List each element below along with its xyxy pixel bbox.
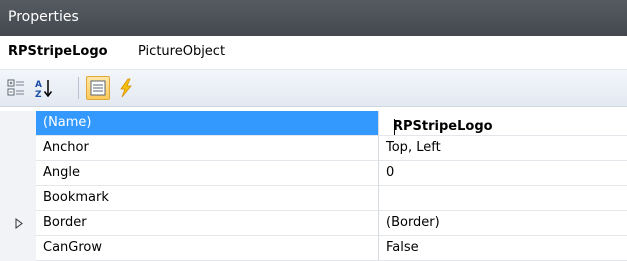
property-value-cell[interactable]: 0	[378, 161, 627, 186]
property-value-cell[interactable]: Top, Left	[378, 136, 627, 161]
property-value: (Border)	[386, 215, 440, 230]
events-lightning-icon	[120, 78, 132, 98]
property-value-cell[interactable]: (Border)	[378, 211, 627, 236]
property-value-cell[interactable]	[378, 186, 627, 211]
property-name: Border	[43, 215, 87, 230]
svg-text:A: A	[35, 80, 42, 90]
property-name: CanGrow	[43, 240, 103, 255]
alphabetical-button[interactable]: A Z	[32, 76, 56, 100]
row-gutter	[0, 236, 36, 261]
property-name: Anchor	[43, 140, 89, 155]
properties-toolbar: A Z	[0, 70, 627, 107]
row-gutter	[0, 211, 36, 236]
property-value: False	[386, 240, 419, 255]
property-value: RPStripeLogo	[393, 119, 493, 134]
property-pages-icon	[90, 80, 106, 96]
property-name: Bookmark	[43, 190, 109, 205]
categorized-button[interactable]	[4, 76, 28, 100]
property-value: Top, Left	[386, 140, 441, 155]
property-row-cangrow[interactable]: CanGrow False	[0, 236, 627, 261]
panel-title: Properties	[8, 9, 79, 25]
text-caret	[394, 119, 395, 135]
svg-text:Z: Z	[35, 90, 42, 100]
property-row-border[interactable]: Border (Border)	[0, 211, 627, 236]
property-name-cell[interactable]: Bookmark	[36, 186, 378, 211]
categorized-icon	[7, 79, 24, 96]
properties-panel: Properties RPStripeLogo PictureObject A …	[0, 0, 627, 261]
panel-title-bar: Properties	[0, 0, 627, 36]
property-name-cell[interactable]: Angle	[36, 161, 378, 186]
property-value-cell[interactable]: RPStripeLogo	[378, 111, 627, 136]
events-button[interactable]	[114, 76, 138, 100]
property-name-cell[interactable]: Anchor	[36, 136, 378, 161]
property-row-name[interactable]: (Name) RPStripeLogo	[0, 111, 627, 136]
expand-triangle-icon[interactable]	[15, 218, 23, 229]
toolbar-separator	[78, 77, 79, 99]
row-gutter	[0, 136, 36, 161]
property-pages-button[interactable]	[86, 76, 110, 100]
property-name-cell[interactable]: Border	[36, 211, 378, 236]
row-gutter	[0, 161, 36, 186]
property-row-angle[interactable]: Angle 0	[0, 161, 627, 186]
row-gutter	[0, 186, 36, 211]
property-name-cell[interactable]: CanGrow	[36, 236, 378, 261]
property-value: 0	[386, 165, 395, 180]
row-gutter	[0, 111, 36, 136]
property-value-cell[interactable]: False	[378, 236, 627, 261]
object-name: RPStripeLogo	[8, 44, 108, 59]
property-name-cell[interactable]: (Name)	[36, 111, 378, 136]
object-type: PictureObject	[138, 44, 226, 59]
property-row-bookmark[interactable]: Bookmark	[0, 186, 627, 211]
object-selector[interactable]: RPStripeLogo PictureObject	[0, 36, 627, 70]
property-name: (Name)	[43, 115, 92, 130]
property-name: Angle	[43, 165, 80, 180]
property-row-anchor[interactable]: Anchor Top, Left	[0, 136, 627, 161]
sort-alphabetical-icon: A Z	[35, 80, 53, 100]
